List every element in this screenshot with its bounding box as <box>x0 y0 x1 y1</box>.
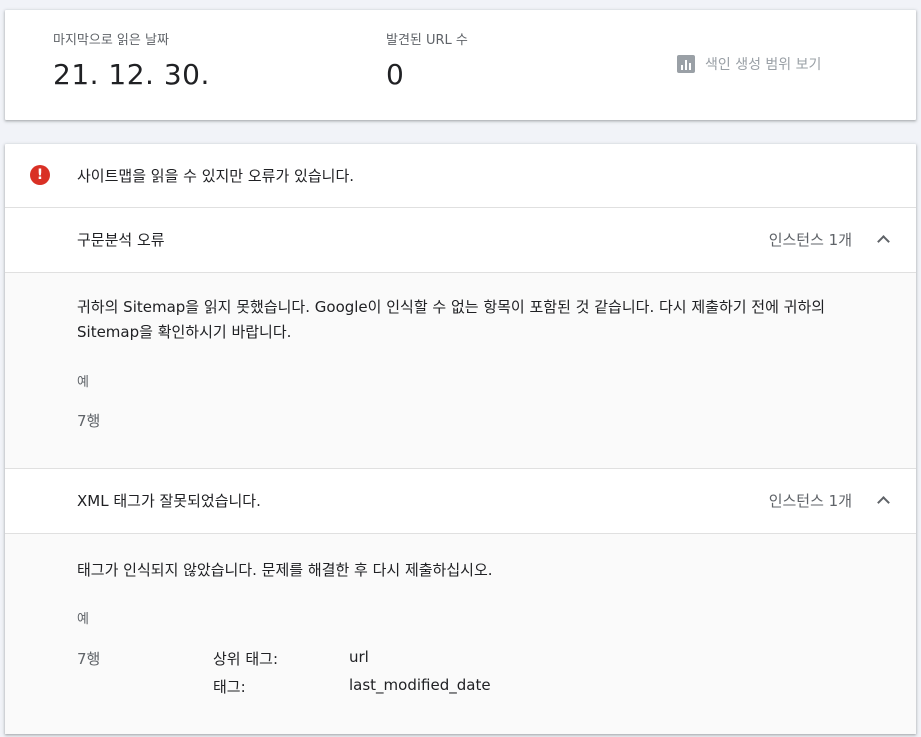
chevron-up-icon[interactable] <box>878 495 888 505</box>
line-number: 7행 <box>77 650 101 668</box>
parent-tag-key: 상위 태그: <box>213 650 279 668</box>
sitemap-stats-card: 마지막으로 읽은 날짜 21. 12. 30. 발견된 URL 수 0 색인 생… <box>5 10 916 120</box>
last-read-value: 21. 12. 30. <box>53 58 210 91</box>
error-icon: ! <box>30 165 50 185</box>
issue-header-invalid-xml-tag[interactable]: XML 태그가 잘못되었습니다. 인스턴스 1개 <box>5 469 916 534</box>
issue-header-parse-error[interactable]: 구문분석 오류 인스턴스 1개 <box>5 208 916 273</box>
issue-details-invalid-xml-tag: 태그가 인식되지 않았습니다. 문제를 해결한 후 다시 제출하십시오. 예 7… <box>5 534 916 734</box>
issue-instance-count: 인스턴스 1개 <box>768 231 852 249</box>
example-label: 예 <box>77 375 89 390</box>
tag-value: last_modified_date <box>349 676 491 694</box>
error-summary-title: 사이트맵을 읽을 수 있지만 오류가 있습니다. <box>77 167 355 185</box>
issue-instance-count: 인스턴스 1개 <box>768 492 852 510</box>
found-urls-stat: 발견된 URL 수 0 <box>386 32 468 92</box>
sitemap-errors-card: ! 사이트맵을 읽을 수 있지만 오류가 있습니다. 구문분석 오류 인스턴스 … <box>5 144 916 734</box>
tag-key: 태그: <box>213 678 246 696</box>
issue-description: 귀하의 Sitemap을 읽지 못했습니다. Google이 인식할 수 없는 … <box>77 298 826 341</box>
issue-title: 구문분석 오류 <box>77 231 165 249</box>
issue-details-parse-error: 귀하의 Sitemap을 읽지 못했습니다. Google이 인식할 수 없는 … <box>5 273 916 469</box>
issue-description: 태그가 인식되지 않았습니다. 문제를 해결한 후 다시 제출하십시오. <box>77 561 493 579</box>
error-summary-header: ! 사이트맵을 읽을 수 있지만 오류가 있습니다. <box>5 144 916 208</box>
found-urls-label: 발견된 URL 수 <box>386 33 468 48</box>
bar-chart-icon <box>677 55 695 73</box>
parent-tag-value: url <box>349 648 369 666</box>
chevron-up-icon[interactable] <box>878 234 888 244</box>
line-number: 7행 <box>77 412 101 430</box>
example-label: 예 <box>77 612 89 627</box>
found-urls-value: 0 <box>386 58 405 91</box>
issue-title: XML 태그가 잘못되었습니다. <box>77 492 261 510</box>
last-read-stat: 마지막으로 읽은 날짜 21. 12. 30. <box>53 32 210 92</box>
view-coverage-button[interactable]: 색인 생성 범위 보기 <box>677 54 821 74</box>
view-coverage-label: 색인 생성 범위 보기 <box>705 57 822 73</box>
last-read-label: 마지막으로 읽은 날짜 <box>53 33 169 48</box>
